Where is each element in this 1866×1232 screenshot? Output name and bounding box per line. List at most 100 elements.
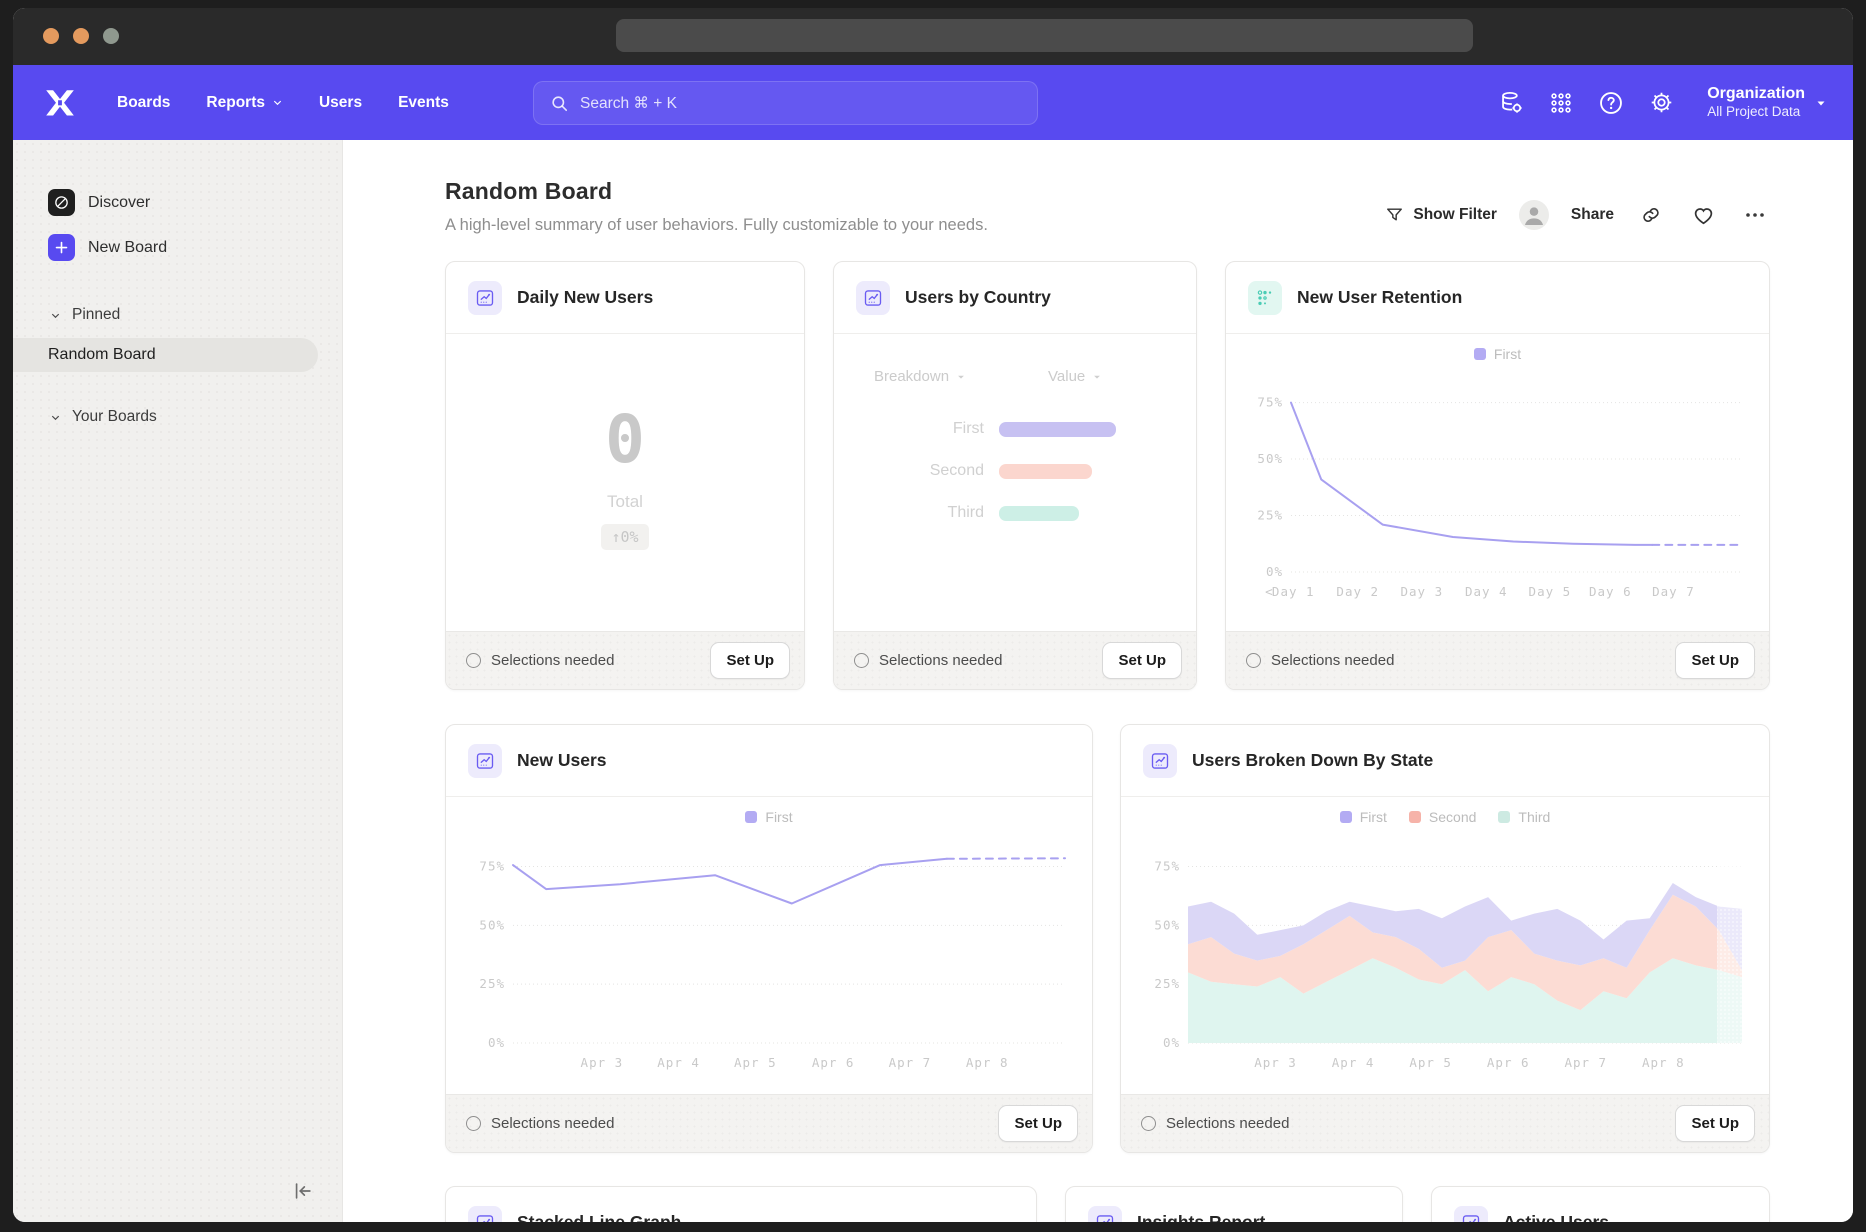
line-chart-icon [468,744,502,778]
share-button[interactable]: Share [1571,206,1614,224]
state-breakdown-chart: FirstSecondThird0%25%50%75%Apr 3Apr 4Apr… [1141,805,1749,1073]
org-name: Organization [1707,84,1805,104]
breakdown-label: Second [834,462,999,480]
browser-window: BoardsReportsUsers Events Search ⌘ + K [13,8,1853,1222]
apps-grid-icon[interactable] [1539,81,1583,125]
breakdown-row: First [834,408,1196,450]
search-icon [550,94,569,113]
legend-swatch [1498,811,1510,823]
svg-text:Apr 8: Apr 8 [966,1055,1009,1070]
url-bar[interactable] [616,19,1473,52]
svg-text:Apr 8: Apr 8 [1642,1055,1685,1070]
close-window-button[interactable] [43,28,59,44]
retention-chart: First0%25%50%75%<Day 1Day 2Day 3Day 4Day… [1246,342,1749,602]
svg-text:50%: 50% [1154,917,1180,932]
svg-text:75%: 75% [1154,859,1180,874]
svg-text:Day 6: Day 6 [1589,584,1632,599]
card-new-user-retention: New User Retention First0%25%50%75%<Day … [1225,261,1770,690]
minimize-window-button[interactable] [73,28,89,44]
status-text: Selections needed [491,1115,614,1132]
status-text: Selections needed [1271,652,1394,669]
avatar[interactable] [1519,200,1549,230]
settings-gear-icon[interactable] [1639,81,1683,125]
nav-item-boards[interactable]: Boards [103,86,184,120]
breakdown-label: Third [834,504,999,522]
sidebar-item-random-board[interactable]: Random Board [13,338,318,372]
set-up-button[interactable]: Set Up [1102,642,1182,679]
help-icon[interactable] [1589,81,1633,125]
line-chart-icon [468,1206,502,1223]
set-up-button[interactable]: Set Up [710,642,790,679]
nav-item-events[interactable]: Events [384,86,463,120]
svg-text:0%: 0% [1266,564,1283,579]
sidebar-section-pinned[interactable]: Pinned [13,296,342,334]
chart-legend: FirstSecondThird [1340,805,1551,829]
breakdown-dropdown[interactable]: Breakdown [874,368,966,385]
legend-swatch [1474,348,1486,360]
chevron-down-icon [272,97,283,108]
line-chart-icon [468,281,502,315]
card-users-by-country: Users by Country Breakdown Value FirstSe… [833,261,1197,690]
card-users-by-state: Users Broken Down By State FirstSecondTh… [1120,724,1770,1153]
card-stacked-line-graph: Stacked Line Graph [445,1186,1037,1222]
nav-item-reports[interactable]: Reports [192,86,297,120]
mixpanel-logo[interactable] [43,88,77,118]
sidebar: Discover New Board Pinned Random Board [13,140,343,1222]
svg-text:Apr 3: Apr 3 [581,1055,624,1070]
sidebar-section-your-boards[interactable]: Your Boards [13,398,342,436]
copy-link-icon[interactable] [1636,200,1666,230]
show-filter-button[interactable]: Show Filter [1385,206,1497,225]
org-switcher[interactable]: Organization All Project Data [1697,78,1837,127]
legend-item: First [1474,346,1521,362]
set-up-button[interactable]: Set Up [1675,1105,1755,1142]
svg-text:Apr 6: Apr 6 [1487,1055,1530,1070]
nav-item-users[interactable]: Users [305,86,376,120]
sidebar-item-new-board[interactable]: New Board [13,225,342,270]
set-up-button[interactable]: Set Up [1675,642,1755,679]
breakdown-row: Third [834,492,1196,534]
data-management-icon[interactable] [1489,81,1533,125]
value-dropdown[interactable]: Value [1048,368,1102,385]
svg-text:Apr 4: Apr 4 [657,1055,700,1070]
svg-text:75%: 75% [1257,395,1283,410]
card-new-users: New Users First0%25%50%75%Apr 3Apr 4Apr … [445,724,1093,1153]
nav-right-group: Organization All Project Data [1489,65,1837,140]
status-circle-icon [1246,653,1261,668]
more-options-icon[interactable] [1740,200,1770,230]
status-text: Selections needed [879,652,1002,669]
caret-down-icon [1092,372,1102,382]
legend-swatch [1409,811,1421,823]
breakdown-bar [999,506,1079,521]
set-up-button[interactable]: Set Up [998,1105,1078,1142]
sidebar-section-label: Pinned [72,306,120,324]
legend-item: First [745,809,792,825]
card-active-users: Active Users [1431,1186,1770,1222]
svg-text:Apr 3: Apr 3 [1254,1055,1297,1070]
breakdown-label: First [834,420,999,438]
sidebar-item-discover[interactable]: Discover [13,180,342,225]
favorite-heart-icon[interactable] [1688,200,1718,230]
zoom-window-button[interactable] [103,28,119,44]
svg-text:75%: 75% [479,859,505,874]
sidebar-item-label: Discover [88,194,150,212]
breakdown-bar [999,464,1092,479]
chevron-down-icon [1815,97,1827,109]
svg-text:0%: 0% [488,1035,505,1050]
line-chart-icon [856,281,890,315]
legend-item: Second [1409,809,1476,825]
metric-label: Total [607,492,643,512]
caret-down-icon [956,372,966,382]
svg-text:Apr 7: Apr 7 [889,1055,932,1070]
svg-text:25%: 25% [1154,976,1180,991]
filter-funnel-icon [1385,206,1404,225]
search-input[interactable]: Search ⌘ + K [533,81,1038,125]
sidebar-collapse-button[interactable] [286,1176,320,1206]
status-circle-icon [1141,1116,1156,1131]
org-project: All Project Data [1707,104,1805,121]
card-daily-new-users: Daily New Users 0 Total ↑0% Selections n… [445,261,805,690]
chevron-down-icon [50,412,61,423]
card-insights-report: Insights Report [1065,1186,1403,1222]
nav-menu: BoardsReportsUsers Events [103,86,463,120]
nav-item-label: Events [398,94,449,112]
svg-text:50%: 50% [479,917,505,932]
